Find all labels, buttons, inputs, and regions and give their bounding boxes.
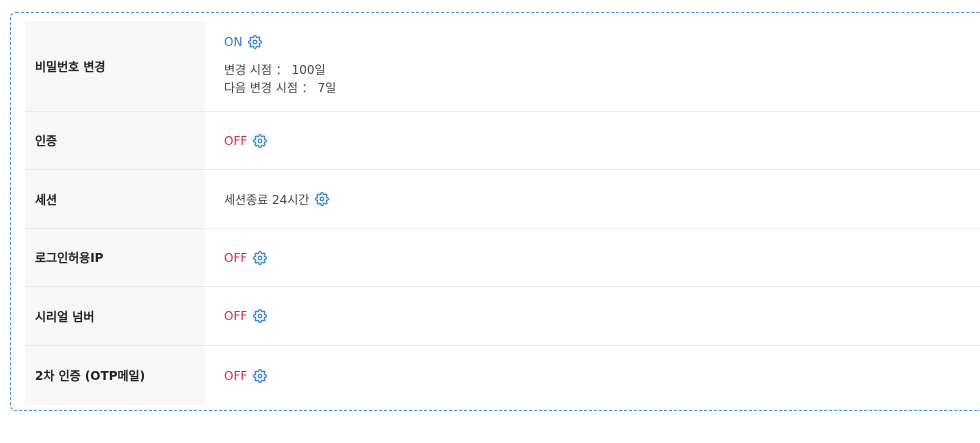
row-value: 세션종료 24시간 xyxy=(205,170,980,228)
gear-icon[interactable] xyxy=(253,368,268,383)
row-value: OFF xyxy=(205,229,980,286)
gear-icon[interactable] xyxy=(253,250,268,265)
table-row-allowed-ip: 로그인허용IP OFF xyxy=(25,229,980,287)
row-value: OFF xyxy=(205,112,980,169)
row-label: 세션 xyxy=(25,170,205,228)
gear-icon[interactable] xyxy=(315,192,330,206)
status-text: ON xyxy=(224,35,243,49)
row-label: 비밀번호 변경 xyxy=(25,21,205,111)
table-row-serial-number: 시리얼 넘버 OFF xyxy=(25,287,980,346)
row-value: ON 변경 시점 ： 100일 다음 변경 시점 ： 7일 xyxy=(205,21,980,111)
gear-icon[interactable] xyxy=(248,35,263,49)
row-label: 시리얼 넘버 xyxy=(25,287,205,345)
status-text: OFF xyxy=(224,133,248,148)
row-value: OFF xyxy=(205,346,980,405)
status-text: OFF xyxy=(224,309,248,323)
password-change-info: 변경 시점 ： 100일 다음 변경 시점 ： 7일 xyxy=(224,61,980,97)
row-label: 2차 인증 (OTP메일) xyxy=(25,346,205,405)
security-settings-table: 비밀번호 변경 ON 변경 시점 ： 100일 다음 변경 시점 ： 7일 인증 xyxy=(25,21,980,405)
status-text: OFF xyxy=(224,368,248,383)
next-change-text: 다음 변경 시점 ： 7일 xyxy=(224,81,337,95)
row-label: 인증 xyxy=(25,112,205,169)
status-text: OFF xyxy=(224,250,248,265)
table-row-session: 세션 세션종료 24시간 xyxy=(25,170,980,229)
table-row-authentication: 인증 OFF xyxy=(25,112,980,170)
row-label: 로그인허용IP xyxy=(25,229,205,286)
change-period-text: 변경 시점 ： 100일 xyxy=(224,63,326,77)
gear-icon[interactable] xyxy=(253,133,268,148)
gear-icon[interactable] xyxy=(253,309,268,323)
row-value: OFF xyxy=(205,287,980,345)
table-row-otp-mail: 2차 인증 (OTP메일) OFF xyxy=(25,346,980,405)
table-row-password-change: 비밀번호 변경 ON 변경 시점 ： 100일 다음 변경 시점 ： 7일 xyxy=(25,21,980,112)
status-text: 세션종료 24시간 xyxy=(224,192,310,207)
